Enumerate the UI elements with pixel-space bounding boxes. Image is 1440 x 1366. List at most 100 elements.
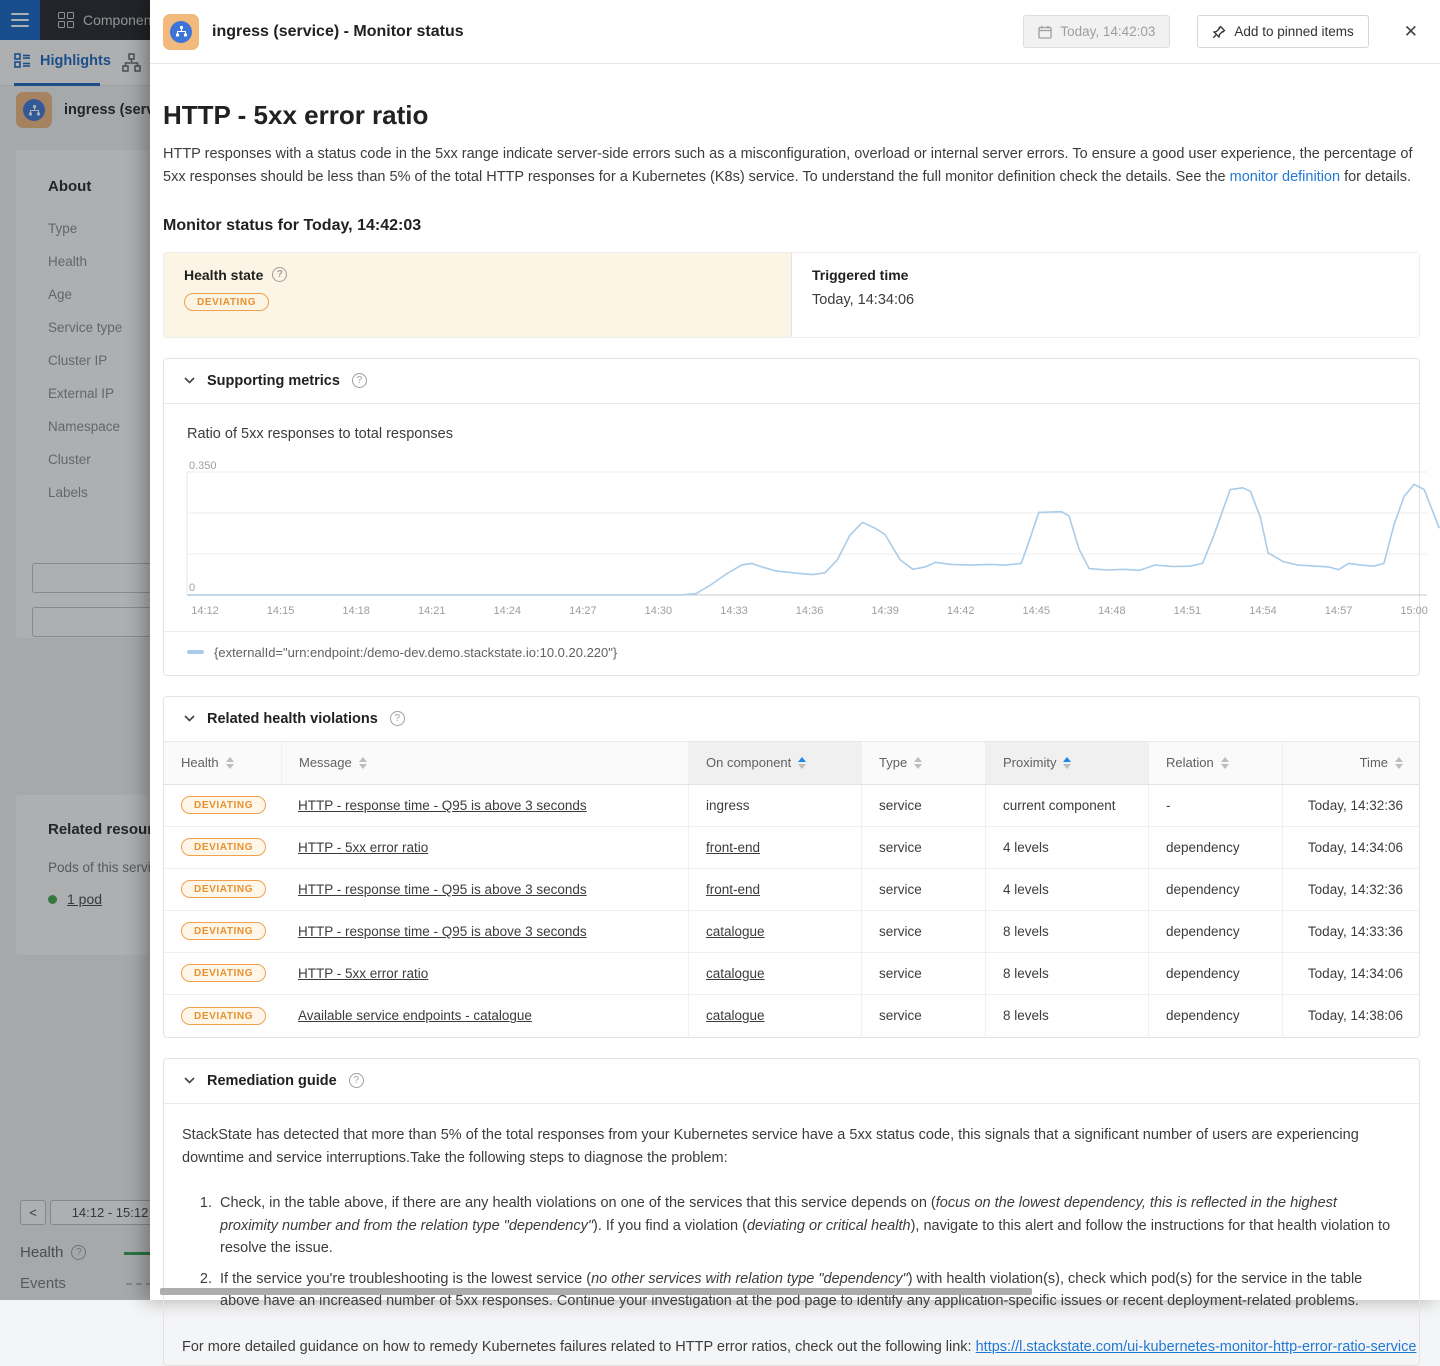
svg-text:14:54: 14:54 xyxy=(1249,605,1277,617)
column-header-health[interactable]: Health xyxy=(164,742,281,784)
svg-text:14:57: 14:57 xyxy=(1325,605,1353,617)
time-value: Today, 14:34:06 xyxy=(1308,840,1403,855)
column-label: Relation xyxy=(1166,755,1214,770)
metrics-chart-area: Ratio of 5xx responses to total response… xyxy=(164,404,1419,675)
chevron-down-icon xyxy=(184,377,195,384)
table-row: DEVIATING Available service endpoints - c… xyxy=(164,995,1419,1037)
health-state-help-icon[interactable]: ? xyxy=(272,267,287,282)
chart-title: Ratio of 5xx responses to total response… xyxy=(164,404,1419,458)
component-link[interactable]: front-end xyxy=(706,840,760,855)
proximity-value: 4 levels xyxy=(1003,840,1049,855)
svg-text:14:21: 14:21 xyxy=(418,605,446,617)
relation-value: dependency xyxy=(1166,882,1240,897)
legend-line-swatch xyxy=(187,650,204,654)
column-header-relation[interactable]: Relation xyxy=(1148,742,1282,784)
remediation-intro: StackState has detected that more than 5… xyxy=(182,1124,1395,1170)
sort-icon xyxy=(914,757,922,770)
column-header-proximity[interactable]: Proximity xyxy=(985,742,1148,784)
remediation-help-icon[interactable]: ? xyxy=(349,1073,364,1088)
violations-header[interactable]: Related health violations ? xyxy=(164,697,1419,742)
health-state-label: Health state xyxy=(184,267,263,283)
datetime-button-label: Today, 14:42:03 xyxy=(1060,24,1155,39)
svg-text:14:27: 14:27 xyxy=(569,605,597,617)
relation-value: dependency xyxy=(1166,1008,1240,1023)
remediation-header[interactable]: Remediation guide ? xyxy=(164,1059,1419,1104)
violation-message-link[interactable]: HTTP - response time - Q95 is above 3 se… xyxy=(298,882,587,897)
violations-help-icon[interactable]: ? xyxy=(390,711,405,726)
time-value: Today, 14:38:06 xyxy=(1308,1008,1403,1023)
proximity-value: current component xyxy=(1003,798,1116,813)
monitor-heading: HTTP - 5xx error ratio xyxy=(163,100,1420,131)
supporting-metrics-header[interactable]: Supporting metrics ? xyxy=(164,359,1419,404)
remediation-guide-section: Remediation guide ? StackState has detec… xyxy=(163,1058,1420,1366)
monitor-status-heading: Monitor status for Today, 14:42:03 xyxy=(163,217,1420,235)
chevron-down-icon xyxy=(184,715,195,722)
sort-icon xyxy=(359,757,367,770)
column-header-time[interactable]: Time xyxy=(1282,742,1419,784)
type-value: service xyxy=(879,882,922,897)
component-link[interactable]: catalogue xyxy=(706,1008,765,1023)
horizontal-scrollbar[interactable] xyxy=(160,1288,1032,1295)
svg-text:14:48: 14:48 xyxy=(1098,605,1126,617)
modal-body: HTTP - 5xx error ratio HTTP responses wi… xyxy=(150,64,1440,1366)
violations-table-body: DEVIATING HTTP - response time - Q95 is a… xyxy=(164,785,1419,1037)
component-link[interactable]: catalogue xyxy=(706,924,765,939)
type-value: service xyxy=(879,1008,922,1023)
service-icon xyxy=(163,14,199,50)
supporting-metrics-title: Supporting metrics xyxy=(207,373,340,389)
type-value: service xyxy=(879,798,922,813)
component-link[interactable]: catalogue xyxy=(706,966,765,981)
related-health-violations-section: Related health violations ? Health Messag… xyxy=(163,696,1420,1038)
chart-legend: {externalId="urn:endpoint:/demo-dev.demo… xyxy=(164,631,1419,675)
deviating-badge: DEVIATING xyxy=(181,1007,266,1025)
violations-table-header: Health Message On component Type Proximity Re… xyxy=(164,742,1419,785)
svg-text:14:12: 14:12 xyxy=(191,605,219,617)
pin-icon xyxy=(1212,25,1226,39)
description-text-after: for details. xyxy=(1340,169,1411,185)
sort-icon xyxy=(798,757,806,770)
violation-message-link[interactable]: HTTP - response time - Q95 is above 3 se… xyxy=(298,924,587,939)
violation-message-link[interactable]: HTTP - 5xx error ratio xyxy=(298,966,428,981)
column-header-message[interactable]: Message xyxy=(281,742,688,784)
remediation-footer-link[interactable]: https://l.stackstate.com/ui-kubernetes-m… xyxy=(976,1339,1417,1355)
svg-text:15:00: 15:00 xyxy=(1400,605,1428,617)
component-link: ingress xyxy=(706,798,750,813)
proximity-value: 4 levels xyxy=(1003,882,1049,897)
add-to-pinned-button[interactable]: Add to pinned items xyxy=(1197,15,1368,48)
column-label: On component xyxy=(706,755,791,770)
violation-message-link[interactable]: HTTP - 5xx error ratio xyxy=(298,840,428,855)
datetime-button[interactable]: Today, 14:42:03 xyxy=(1023,15,1170,48)
legend-series-label: {externalId="urn:endpoint:/demo-dev.demo… xyxy=(214,645,617,660)
svg-text:14:15: 14:15 xyxy=(267,605,295,617)
table-row: DEVIATINGHTTP - 5xx error ratiofront-end… xyxy=(164,827,1419,869)
time-value: Today, 14:32:36 xyxy=(1308,798,1403,813)
deviating-badge: DEVIATING xyxy=(181,964,266,982)
column-header-type[interactable]: Type xyxy=(861,742,985,784)
table-row: DEVIATING HTTP - 5xx error ratio catalogue… xyxy=(164,953,1419,995)
type-value: service xyxy=(879,924,922,939)
svg-text:14:18: 14:18 xyxy=(342,605,370,617)
supporting-metrics-help-icon[interactable]: ? xyxy=(352,373,367,388)
column-label: Message xyxy=(299,755,352,770)
svg-text:14:36: 14:36 xyxy=(796,605,824,617)
relation-value: - xyxy=(1166,798,1171,813)
type-value: service xyxy=(879,966,922,981)
column-label: Type xyxy=(879,755,907,770)
svg-text:14:30: 14:30 xyxy=(645,605,673,617)
health-state-card: Health state ? DEVIATING Triggered time … xyxy=(163,252,1420,338)
violation-message-link[interactable]: HTTP - response time - Q95 is above 3 se… xyxy=(298,798,587,813)
monitor-status-modal: ingress (service) - Monitor status Today… xyxy=(150,0,1440,1300)
close-icon[interactable]: ✕ xyxy=(1404,22,1418,42)
deviating-badge: DEVIATING xyxy=(181,922,266,940)
relation-value: dependency xyxy=(1166,924,1240,939)
column-label: Proximity xyxy=(1003,755,1056,770)
component-link[interactable]: front-end xyxy=(706,882,760,897)
deviating-badge: DEVIATING xyxy=(184,293,269,311)
column-header-on-component[interactable]: On component xyxy=(688,742,861,784)
relation-value: dependency xyxy=(1166,840,1240,855)
violation-message-link[interactable]: Available service endpoints - catalogue xyxy=(298,1008,532,1023)
monitor-definition-link[interactable]: monitor definition xyxy=(1230,169,1340,185)
sort-icon xyxy=(1221,757,1229,770)
svg-text:14:33: 14:33 xyxy=(720,605,748,617)
remediation-footer: For more detailed guidance on how to rem… xyxy=(182,1339,1395,1355)
